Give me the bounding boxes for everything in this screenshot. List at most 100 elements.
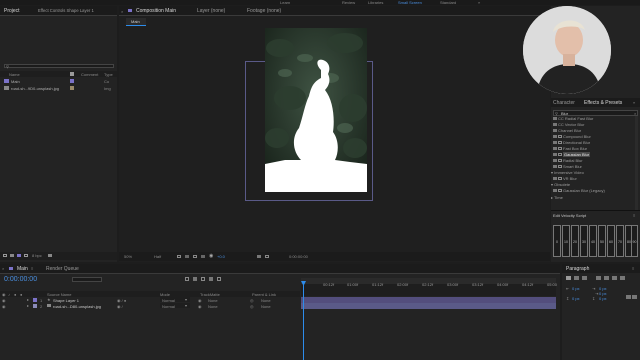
label-color[interactable] bbox=[33, 304, 37, 308]
indent-left-field[interactable]: 0 px bbox=[572, 286, 580, 291]
graph-editor-icon[interactable] bbox=[217, 277, 221, 281]
mode-dropdown[interactable]: Normal ▾ bbox=[160, 303, 190, 309]
column-type[interactable]: Type bbox=[104, 72, 113, 77]
mode-dropdown[interactable]: Normal ▾ bbox=[160, 297, 190, 303]
frame-blending-icon[interactable] bbox=[201, 277, 205, 281]
justify-left-icon[interactable] bbox=[596, 276, 601, 280]
breadcrumb[interactable]: Main bbox=[126, 18, 146, 25]
velocity-slider[interactable]: 70 bbox=[616, 225, 624, 257]
expand-arrow-icon[interactable]: ▸ bbox=[27, 297, 29, 302]
project-settings-icon[interactable] bbox=[24, 254, 28, 257]
playhead[interactable] bbox=[303, 281, 304, 360]
first-line-indent-icon: ⇥ bbox=[595, 291, 599, 296]
align-left-icon[interactable] bbox=[566, 276, 571, 280]
menu-libraries[interactable]: Libraries bbox=[368, 0, 383, 5]
close-icon[interactable]: × bbox=[2, 266, 4, 271]
shy-icon[interactable] bbox=[193, 277, 197, 281]
switches-icon[interactable]: ◉ / bbox=[117, 304, 123, 309]
show-snapshot-icon[interactable] bbox=[265, 255, 269, 258]
menu-standard[interactable]: Standard bbox=[440, 0, 456, 5]
align-center-icon[interactable] bbox=[574, 276, 579, 280]
direction-ltr-icon[interactable] bbox=[626, 295, 631, 299]
justify-all-icon[interactable] bbox=[620, 276, 625, 280]
region-of-interest-icon[interactable] bbox=[177, 255, 181, 258]
item-type: Img bbox=[104, 86, 111, 91]
tab-composition[interactable]: Composition Main bbox=[136, 8, 176, 14]
new-composition-icon[interactable] bbox=[17, 254, 21, 257]
tab-timeline-main[interactable]: Main bbox=[17, 266, 28, 272]
effect-group[interactable]: ▸ Time bbox=[551, 195, 631, 201]
velocity-slider[interactable]: 30 bbox=[580, 225, 588, 257]
timeline-timecode[interactable]: 0:00:00:00 bbox=[4, 276, 37, 283]
align-right-icon[interactable] bbox=[582, 276, 587, 280]
list-item[interactable]: Gaussian Blur (Legacy) bbox=[553, 188, 633, 194]
draft-3d-icon[interactable] bbox=[185, 277, 189, 281]
tab-layer[interactable]: Layer (none) bbox=[197, 8, 225, 14]
new-folder-icon[interactable] bbox=[10, 254, 14, 257]
space-before-field[interactable]: 0 px bbox=[572, 296, 580, 301]
space-after-field[interactable]: 0 px bbox=[599, 296, 607, 301]
ruler-tick: 04:12f bbox=[522, 282, 534, 287]
scrollbar[interactable] bbox=[635, 116, 638, 211]
interpret-footage-icon[interactable] bbox=[3, 254, 7, 257]
project-search-input[interactable]: ⚲ bbox=[4, 64, 114, 69]
menu-overflow[interactable]: » bbox=[478, 0, 480, 5]
transparency-grid-icon[interactable] bbox=[185, 255, 189, 258]
column-comment[interactable]: Comment bbox=[81, 72, 98, 77]
list-item[interactable]: road-sh...9D0-unsplash.jpg Img bbox=[0, 85, 117, 91]
parent-value[interactable]: None bbox=[261, 304, 271, 309]
menu-small-screen[interactable]: Small Screen bbox=[398, 0, 422, 5]
expand-arrow-icon[interactable]: ▸ bbox=[27, 303, 29, 308]
zoom-dropdown[interactable]: 50% bbox=[124, 254, 132, 259]
velocity-slider[interactable]: 50 bbox=[598, 225, 606, 257]
label-icon[interactable] bbox=[70, 72, 74, 76]
velocity-slider[interactable]: 60 bbox=[607, 225, 615, 257]
trash-icon[interactable] bbox=[48, 254, 52, 257]
velocity-slider[interactable]: 0 bbox=[553, 225, 561, 257]
velocity-slider[interactable]: 90 bbox=[631, 225, 638, 257]
velocity-slider[interactable]: 10 bbox=[562, 225, 570, 257]
tab-project[interactable]: Project bbox=[4, 8, 20, 14]
layer-name[interactable]: road-sh...D80-unsplash.jpg bbox=[53, 304, 101, 309]
justify-right-icon[interactable] bbox=[612, 276, 617, 280]
tab-effect-controls[interactable]: Effect Controls Shape Layer 1 bbox=[38, 8, 94, 13]
exposure-icon[interactable]: ◉ bbox=[209, 253, 213, 259]
pickwhip-icon[interactable]: ◎ bbox=[250, 304, 254, 309]
velocity-slider[interactable]: 40 bbox=[589, 225, 597, 257]
exposure-value[interactable]: +0.0 bbox=[217, 254, 225, 259]
table-row[interactable]: ◉ ▸ 2 road-sh...D80-unsplash.jpg ◉ / Nor… bbox=[0, 303, 300, 309]
label-color bbox=[70, 79, 74, 83]
channel-icon[interactable] bbox=[201, 255, 205, 258]
motion-blur-icon[interactable] bbox=[209, 277, 213, 281]
resolution-dropdown[interactable]: Half bbox=[154, 254, 161, 259]
tab-render-queue[interactable]: Render Queue bbox=[46, 266, 79, 272]
panel-menu-icon[interactable]: » bbox=[633, 100, 635, 105]
mask-visibility-icon[interactable] bbox=[193, 255, 197, 258]
layer-bar-image[interactable] bbox=[301, 303, 556, 309]
justify-center-icon[interactable] bbox=[604, 276, 609, 280]
panel-menu-icon[interactable]: ≡ bbox=[633, 213, 635, 218]
trackmatte-value[interactable]: None bbox=[208, 304, 218, 309]
snapshot-icon[interactable] bbox=[257, 255, 261, 258]
tab-paragraph[interactable]: Paragraph bbox=[566, 266, 589, 272]
matte-icon[interactable]: ◉ bbox=[198, 304, 202, 309]
panel-menu-icon[interactable]: ≡ bbox=[31, 266, 33, 271]
breadcrumb-main[interactable]: Main bbox=[131, 19, 140, 24]
panel-menu-icon[interactable]: ≡ bbox=[632, 266, 634, 271]
label-color[interactable] bbox=[33, 298, 37, 302]
bpc-label[interactable]: 8 bpc bbox=[32, 253, 42, 258]
tab-character[interactable]: Character bbox=[553, 100, 575, 106]
velocity-slider[interactable]: 20 bbox=[571, 225, 579, 257]
direction-rtl-icon[interactable] bbox=[632, 295, 637, 299]
list-item[interactable]: Main Co bbox=[0, 78, 117, 84]
menu-review[interactable]: Review bbox=[342, 0, 355, 5]
timeline-search-input[interactable] bbox=[72, 277, 102, 282]
tab-effects-presets[interactable]: Effects & Presets bbox=[584, 100, 622, 106]
menu-learn[interactable]: Learn bbox=[280, 0, 290, 5]
viewer-timecode[interactable]: 0:00:00:00 bbox=[289, 254, 308, 259]
visibility-toggle[interactable]: ◉ bbox=[2, 304, 6, 309]
close-icon[interactable]: × bbox=[121, 9, 123, 14]
tab-footage[interactable]: Footage (none) bbox=[247, 8, 281, 14]
column-name[interactable]: Name bbox=[9, 72, 20, 77]
composition-viewer[interactable] bbox=[265, 28, 367, 192]
